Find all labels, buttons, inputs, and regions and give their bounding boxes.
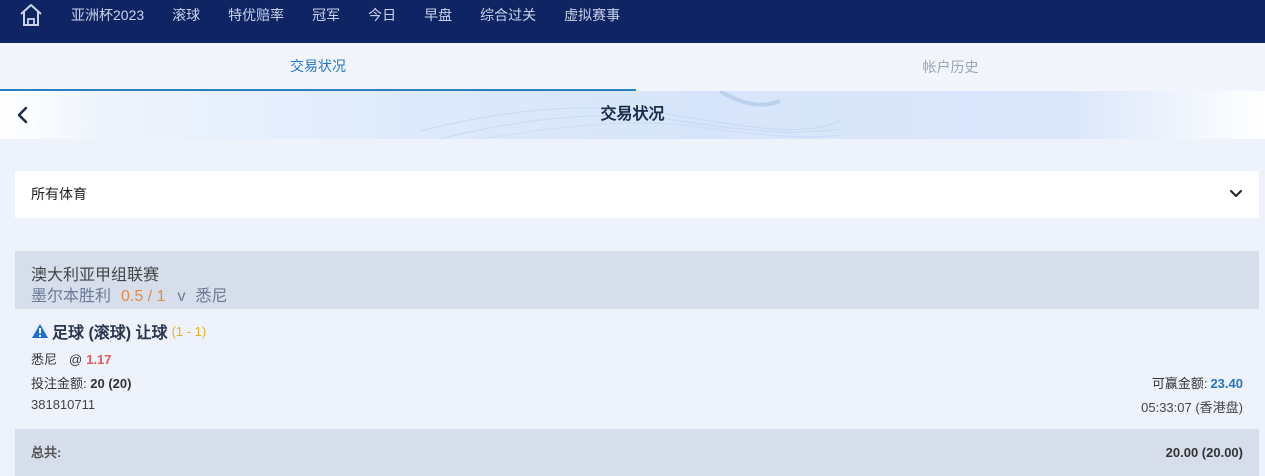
handicap-line: 0.5 / 1 — [121, 288, 166, 305]
stake-label: 投注金额: — [31, 376, 87, 391]
matchup: 墨尔本胜利 0.5 / 1 v 悉尼 — [31, 282, 228, 306]
nav-item-early[interactable]: 早盘 — [424, 5, 452, 25]
selection-team: 悉尼 — [31, 352, 58, 367]
warning-icon — [32, 324, 48, 338]
sport-filter-dropdown[interactable]: 所有体育 — [15, 171, 1259, 218]
league-header: 澳大利亚甲组联赛 墨尔本胜利 0.5 / 1 v 悉尼 — [15, 251, 1259, 309]
total-value: 20.00 (20.00) — [1165, 445, 1243, 460]
home-team: 墨尔本胜利 — [31, 288, 112, 305]
stake-row: 投注金额: 20 (20) — [31, 373, 131, 392]
match-score: (1 - 1) — [171, 323, 207, 339]
tab-account-history[interactable]: 帐户历史 — [636, 43, 1265, 91]
chevron-down-icon — [1230, 190, 1242, 197]
nav-item-asian-cup[interactable]: 亚洲杯2023 — [71, 5, 144, 25]
bet-type: 足球 (滚球) 让球 — [52, 325, 168, 342]
winnings-label: 可赢金额: — [1151, 376, 1208, 391]
total-row: 总共: 20.00 (20.00) — [15, 429, 1259, 476]
bet-selection: 悉尼 @1.17 — [31, 349, 112, 368]
nav-item-today[interactable]: 今日 — [368, 5, 396, 25]
winnings-row: 可赢金额: 23.40 — [1152, 373, 1243, 392]
away-team: 悉尼 — [195, 288, 228, 305]
nav-item-special-odds[interactable]: 特优赔率 — [228, 5, 284, 25]
home-icon[interactable] — [18, 2, 44, 28]
winnings-value: 23.40 — [1210, 376, 1243, 391]
bet-title-row: 足球 (滚球) 让球 (1 - 1) — [31, 319, 206, 343]
stake-value: 20 (20) — [90, 376, 132, 391]
nav-item-virtual[interactable]: 虚拟赛事 — [564, 5, 620, 25]
tab-bar: 交易状况 帐户历史 — [0, 43, 1265, 91]
tab-bet-status[interactable]: 交易状况 — [0, 43, 636, 91]
bet-time: 05:33:07 (香港盘) — [1141, 400, 1243, 415]
nav-item-parlay[interactable]: 综合过关 — [480, 5, 536, 25]
total-label: 总共: — [31, 445, 62, 460]
top-nav: 亚洲杯2023 滚球 特优赔率 冠军 今日 早盘 综合过关 虚拟赛事 — [0, 0, 1265, 43]
nav-items: 亚洲杯2023 滚球 特优赔率 冠军 今日 早盘 综合过关 虚拟赛事 — [71, 0, 648, 30]
bet-id: 381810711 — [31, 397, 96, 412]
nav-item-outright[interactable]: 冠军 — [312, 5, 340, 25]
nav-item-live[interactable]: 滚球 — [172, 5, 200, 25]
page-title: 交易状况 — [600, 106, 665, 123]
bet-detail: 足球 (滚球) 让球 (1 - 1) 悉尼 @1.17 投注金额: 20 (20)… — [15, 309, 1259, 429]
sport-filter-value: 所有体育 — [31, 186, 87, 202]
at-symbol: @ — [69, 352, 83, 367]
bet-odds: 1.17 — [86, 352, 112, 367]
versus-label: v — [177, 288, 186, 305]
title-bar: 交易状况 — [0, 91, 1265, 139]
